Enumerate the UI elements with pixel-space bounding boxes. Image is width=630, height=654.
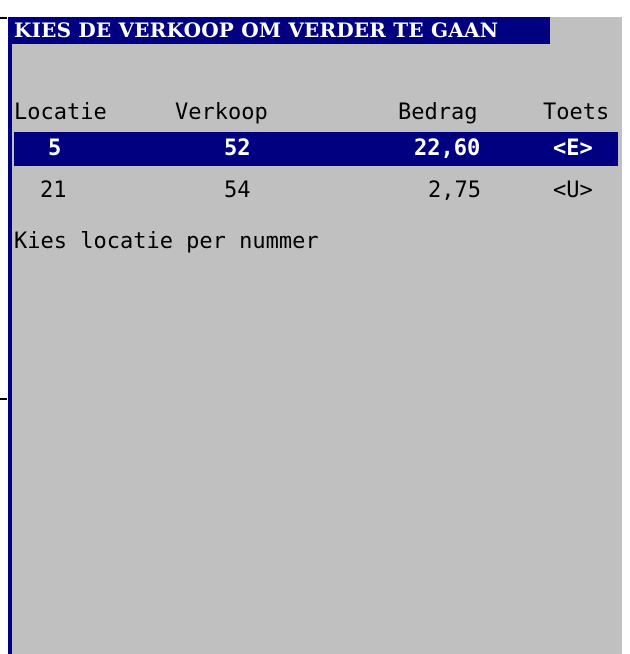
cell-amount: 2,75: [428, 178, 481, 203]
cell-location: 5: [48, 136, 62, 161]
cell-sale: 52: [224, 136, 251, 161]
screen-title: KIES DE VERKOOP OM VERDER TE GAAN: [14, 18, 499, 42]
column-header-location: Locatie: [14, 100, 107, 125]
sale-row[interactable]: 21 54 2,75 <U>: [14, 174, 618, 208]
cell-sale: 54: [224, 178, 251, 203]
title-bar: KIES DE VERKOOP OM VERDER TE GAAN: [12, 17, 550, 44]
edge-tick-middle: [0, 398, 7, 400]
cell-key: <U>: [553, 178, 593, 203]
cell-amount: 22,60: [414, 136, 481, 161]
column-header-amount: Bedrag: [398, 100, 478, 125]
selection-prompt: Kies locatie per nummer: [14, 229, 319, 254]
cell-key: <E>: [553, 136, 593, 161]
left-border-bar: [8, 17, 12, 654]
sale-row-selected[interactable]: 5 52 22,60 <E>: [14, 132, 618, 166]
cell-location: 21: [40, 178, 67, 203]
edge-tick-top: [0, 17, 7, 19]
column-header-sale: Verkoop: [175, 100, 268, 125]
column-header-key: Toets: [543, 100, 610, 125]
terminal-screen: KIES DE VERKOOP OM VERDER TE GAAN Locati…: [8, 17, 622, 654]
